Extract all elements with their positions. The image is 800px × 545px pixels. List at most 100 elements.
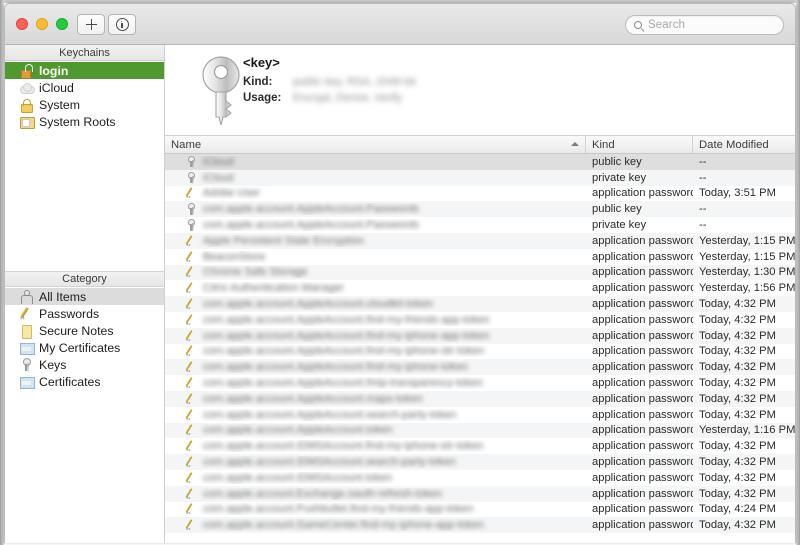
table-row[interactable]: com.apple.account.IDMSAccount.find-my-ip… (165, 438, 795, 454)
item-name-redacted: com.apple.account.AppleAccount.find-my-i… (203, 329, 490, 342)
cell-kind: application password (592, 519, 693, 532)
titlebar: Search (5, 4, 795, 45)
window-frame-right (796, 0, 800, 545)
pencil-icon (185, 266, 197, 278)
item-info-button[interactable] (108, 14, 136, 35)
cell-kind: application password (592, 266, 693, 279)
item-name-redacted: com.apple.account.AppleAccount.search-pa… (203, 408, 457, 421)
sidebar-item-keys[interactable]: Keys (5, 356, 164, 373)
key-icon (19, 358, 33, 372)
column-header-date-modified[interactable]: Date Modified (693, 136, 795, 153)
column-header-label: Kind (592, 138, 615, 151)
sidebar: Keychains login iCloud System System Roo… (5, 45, 165, 543)
sidebar-item-system-roots[interactable]: System Roots (5, 113, 164, 130)
sidebar-item-certificates[interactable]: Certificates (5, 373, 164, 390)
cell-name: com.apple.account.AppleAccount.find-my-i… (165, 330, 586, 342)
pencil-icon (185, 314, 197, 326)
cell-name: com.apple.account.AppleAccount.find-my-f… (165, 314, 586, 326)
sidebar-item-system[interactable]: System (5, 96, 164, 113)
zoom-button[interactable] (56, 18, 68, 30)
table-row[interactable]: com.apple.account.AppleAccount.Passwords… (165, 217, 795, 233)
table-row[interactable]: Adobe User application password Today, 3:5… (165, 186, 795, 202)
cell-kind: application password (592, 298, 693, 311)
sidebar-item-label: login (39, 63, 69, 78)
certificate-icon (19, 375, 35, 389)
close-button[interactable] (16, 18, 28, 30)
table-row[interactable]: Chrome Safe Storage application password Y… (165, 264, 796, 281)
table-row[interactable]: iCloud public key -- (165, 154, 795, 170)
window-controls (16, 18, 68, 30)
certificate-folder-icon (19, 115, 35, 129)
cell-date-modified: -- (699, 219, 707, 232)
column-header-name[interactable]: Name (165, 136, 586, 153)
table-row[interactable]: com.apple.account.AppleAccount.token appl… (165, 422, 795, 439)
table-row[interactable]: Apple Persistent State Encryption applica… (165, 232, 795, 249)
item-name-redacted: com.apple.account.AppleAccount.fmip-tran… (203, 377, 483, 390)
table-row[interactable]: com.apple.account.AppleAccount.Passwords… (165, 201, 795, 218)
cell-name: com.apple.account.IDMSAccount.token (165, 472, 586, 484)
table-row[interactable]: com.apple.account.Pushbullet.find-my-fri… (165, 502, 795, 518)
cell-date-modified: Today, 4:32 PM (699, 519, 776, 532)
minimize-button[interactable] (36, 18, 48, 30)
table-row[interactable]: com.apple.account.AppleAccount.cloudkit-… (165, 296, 795, 312)
item-name-redacted: Chrome Safe Storage (203, 266, 308, 279)
add-item-button[interactable] (77, 14, 105, 35)
sidebar-item-my-certificates[interactable]: My Certificates (5, 339, 164, 356)
table-row[interactable]: com.apple.account.IDMSAccount.search-par… (165, 454, 795, 470)
table-row[interactable]: com.apple.account.AppleAccount.maps-toke… (165, 390, 795, 407)
sidebar-item-passwords[interactable]: Passwords (5, 305, 164, 322)
all-items-icon (19, 290, 33, 304)
keychain-items-table: Name Kind Date Modified iCloud public key… (165, 136, 796, 543)
table-row[interactable]: com.apple.account.AppleAccount.find-my-f… (165, 312, 795, 328)
sidebar-item-all-items[interactable]: All Items (5, 288, 164, 305)
window-body: Search Keychains login iCloud System Sys… (4, 3, 796, 543)
cell-date-modified: Today, 4:32 PM (699, 377, 776, 390)
secure-note-icon (19, 324, 33, 339)
item-usage-value: Encrypt, Derive, Verify (293, 92, 402, 104)
item-name-redacted: iCloud (203, 155, 234, 168)
cell-kind: application password (592, 234, 693, 247)
cell-kind: application password (592, 377, 693, 390)
item-name-redacted: Adobe User (203, 187, 260, 200)
sidebar-item-icloud[interactable]: iCloud (5, 79, 164, 96)
cell-date-modified: Today, 3:51 PM (699, 187, 776, 200)
table-row[interactable]: com.apple.account.AppleAccount.find-my-i… (165, 359, 795, 376)
item-name-redacted: com.apple.account.AppleAccount.find-my-i… (203, 361, 468, 374)
table-row[interactable]: com.apple.account.IDMSAccount.token appli… (165, 470, 795, 486)
table-body: iCloud public key -- iCloud private key -- Ado… (165, 154, 796, 534)
item-name-redacted: com.apple.account.AppleAccount.maps-toke… (203, 392, 423, 405)
cell-date-modified: Today, 4:32 PM (699, 345, 776, 358)
cell-name: com.apple.account.GameCenter.find-my-iph… (165, 519, 586, 531)
cell-date-modified: -- (699, 155, 707, 168)
sidebar-item-login[interactable]: login (5, 62, 164, 79)
table-row[interactable]: com.apple.account.AppleAccount.fmip-tran… (165, 375, 795, 391)
certificate-icon (19, 341, 35, 355)
table-row[interactable]: com.apple.account.AppleAccount.search-pa… (165, 407, 795, 423)
table-row[interactable]: Citrix Authentication Manager application… (165, 280, 795, 296)
item-name-redacted: BeaconStore (203, 250, 266, 263)
column-header-kind[interactable]: Kind (586, 136, 693, 153)
cell-name: com.apple.account.IDMSAccount.find-my-ip… (165, 440, 586, 452)
keychains-list: login iCloud System System Roots (5, 61, 164, 130)
cell-kind: application password (592, 282, 693, 295)
table-row[interactable]: BeaconStore application password Yesterday… (165, 249, 795, 265)
cell-name: com.apple.account.Exchange.oauth-refresh… (165, 488, 586, 500)
cell-date-modified: Today, 4:32 PM (699, 329, 776, 342)
table-row[interactable]: com.apple.account.GameCenter.find-my-iph… (165, 517, 795, 534)
table-row[interactable]: com.apple.account.AppleAccount.find-my-i… (165, 327, 795, 344)
cell-date-modified: Today, 4:32 PM (699, 487, 776, 500)
item-name-redacted: com.apple.account.AppleAccount.Passwords (203, 219, 419, 232)
table-row[interactable]: com.apple.account.AppleAccount.find-my-i… (165, 344, 795, 360)
item-name-redacted: com.apple.account.IDMSAccount.find-my-ip… (203, 440, 484, 453)
table-row[interactable]: iCloud private key -- (165, 169, 795, 186)
search-field[interactable]: Search (625, 15, 784, 35)
item-name-redacted: com.apple.account.Pushbullet.find-my-fri… (203, 503, 474, 516)
sidebar-item-label: My Certificates (39, 340, 121, 355)
item-name: <key> (243, 55, 280, 70)
cell-date-modified: Yesterday, 1:30 PM (699, 266, 796, 279)
sidebar-item-secure-notes[interactable]: Secure Notes (5, 322, 164, 339)
table-row[interactable]: com.apple.account.Exchange.oauth-refresh… (165, 485, 795, 502)
cell-kind: public key (592, 203, 642, 216)
pencil-icon (185, 345, 197, 357)
cell-name: com.apple.account.AppleAccount.find-my-i… (165, 361, 586, 373)
